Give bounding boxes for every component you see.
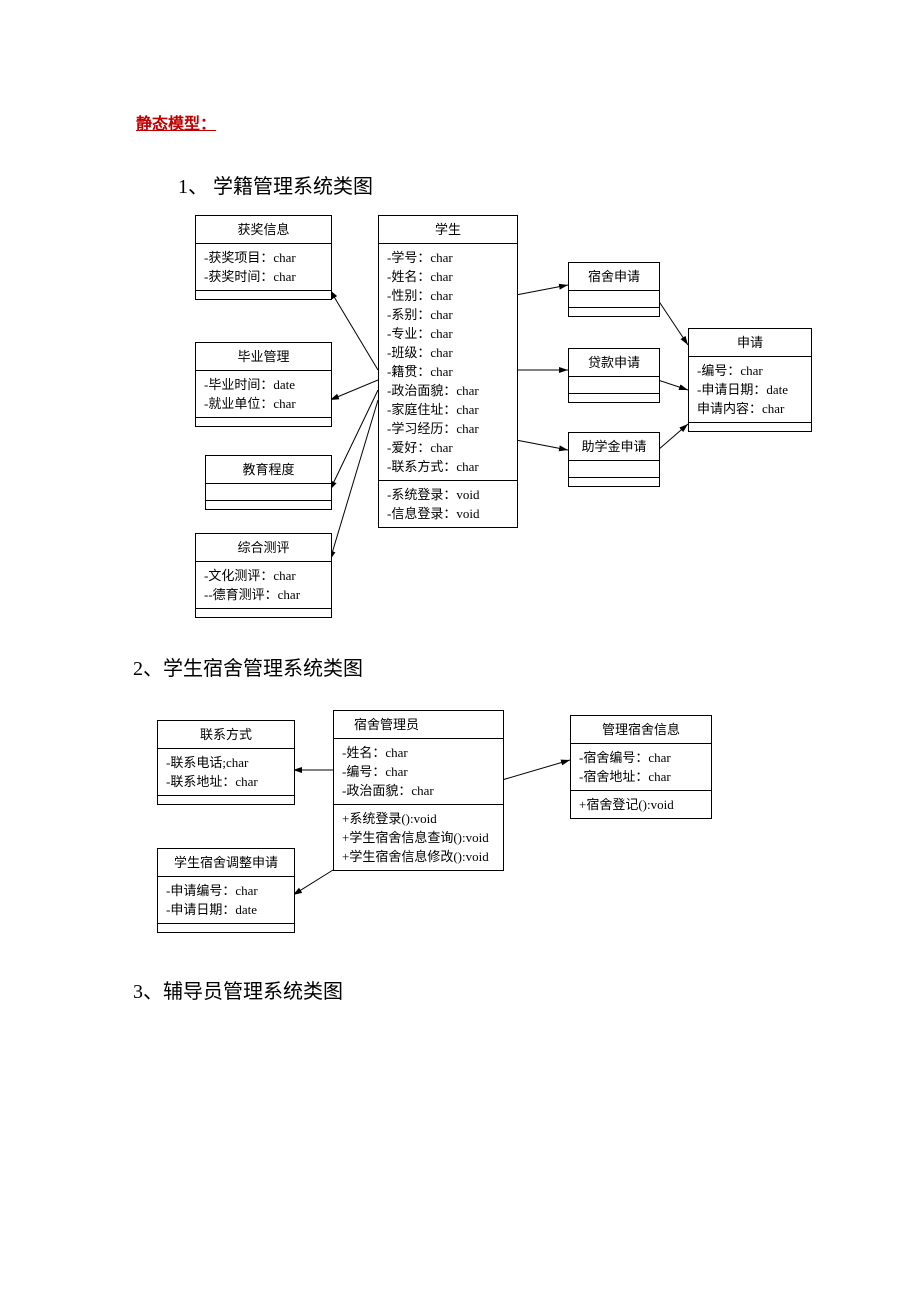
class-attrs: -申请编号：char -申请日期：date [158, 877, 294, 924]
class-contact: 联系方式 -联系电话;char -联系地址：char [157, 720, 295, 805]
class-dorm-info: 管理宿舍信息 -宿舍编号：char -宿舍地址：char +宿舍登记():voi… [570, 715, 712, 819]
class-methods: +宿舍登记():void [571, 791, 711, 818]
attr: -编号：char [342, 762, 495, 781]
diagram-2: 联系方式 -联系电话;char -联系地址：char 学生宿舍调整申请 -申请编… [0, 0, 920, 980]
class-attrs: -联系电话;char -联系地址：char [158, 749, 294, 796]
class-attrs: -宿舍编号：char -宿舍地址：char [571, 744, 711, 791]
attr: -政治面貌：char [342, 781, 495, 800]
class-dorm-admin: 宿舍管理员 -姓名：char -编号：char -政治面貌：char +系统登录… [333, 710, 504, 871]
class-dorm-adjust-apply: 学生宿舍调整申请 -申请编号：char -申请日期：date [157, 848, 295, 933]
class-name: 联系方式 [158, 721, 294, 749]
attr: -申请日期：date [166, 900, 286, 919]
method: +学生宿舍信息查询():void [342, 828, 495, 847]
method: +宿舍登记():void [579, 795, 703, 814]
class-attrs: -姓名：char -编号：char -政治面貌：char [334, 739, 503, 805]
attr: -申请编号：char [166, 881, 286, 900]
attr: -姓名：char [342, 743, 495, 762]
class-name: 宿舍管理员 [334, 711, 503, 739]
class-methods: +系统登录():void +学生宿舍信息查询():void +学生宿舍信息修改(… [334, 805, 503, 870]
attr: -宿舍编号：char [579, 748, 703, 767]
method: +系统登录():void [342, 809, 495, 828]
page-root: 静态模型： 1、 学籍管理系统类图 获奖信息 [0, 0, 920, 1302]
class-name: 学生宿舍调整申请 [158, 849, 294, 877]
attr: -联系电话;char [166, 753, 286, 772]
attr: -宿舍地址：char [579, 767, 703, 786]
section-3-heading: 3、辅导员管理系统类图 [133, 975, 343, 1004]
class-empty [158, 796, 294, 804]
method: +学生宿舍信息修改():void [342, 847, 495, 866]
class-empty [158, 924, 294, 932]
class-name: 管理宿舍信息 [571, 716, 711, 744]
attr: -联系地址：char [166, 772, 286, 791]
